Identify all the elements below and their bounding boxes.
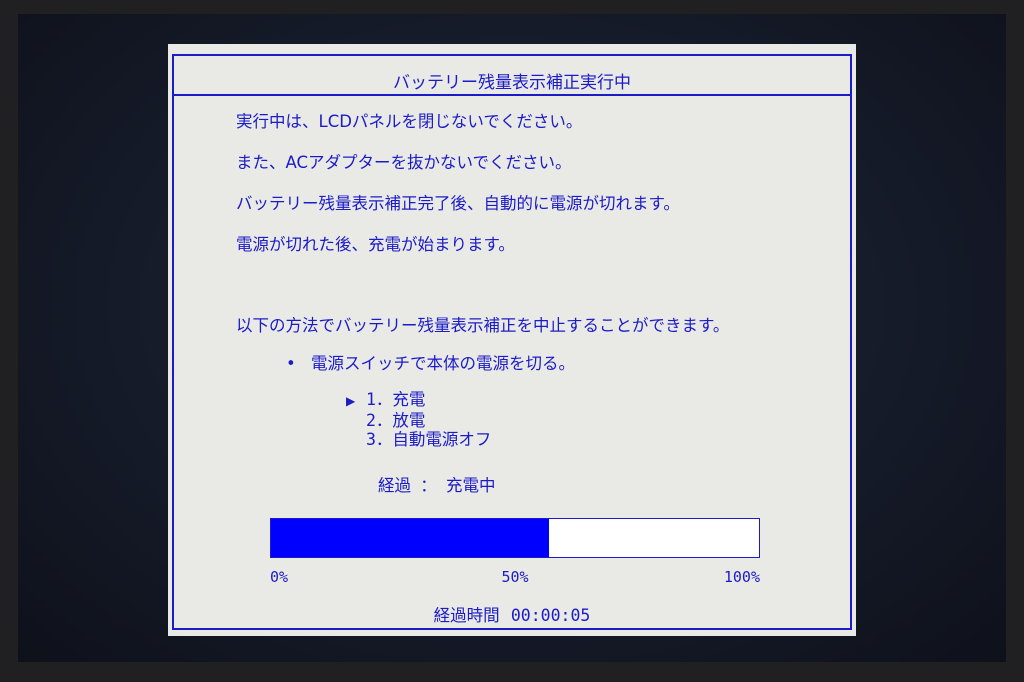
message-close-lcd: 実行中は、LCDパネルを閉じないでください。 [236,112,583,131]
progress-tick-0: 0% [270,568,289,586]
status-readout: 経過 ： 充電中 [378,472,496,496]
cancel-method: • 電源スイッチで本体の電源を切る。 [286,350,575,374]
step-label: 1．充電 [366,390,426,409]
progress-bar [270,518,760,558]
progress-tick-50: 50% [501,568,529,586]
cancel-intro: 以下の方法でバッテリー残量表示補正を中止することができます。 [236,316,730,335]
cancel-method-text: 電源スイッチで本体の電源を切る。 [310,354,575,373]
step-list: ▶ 1．充電 2．放電 3．自動電源オフ [346,390,491,449]
status-value: 充電中 [446,476,496,495]
title-divider [174,94,850,96]
message-auto-power-off: バッテリー残量表示補正完了後、自動的に電源が切れます。 [236,194,680,213]
dialog-title: バッテリー残量表示補正実行中 [393,73,631,93]
elapsed-label: 経過時間 [433,606,500,625]
calibration-dialog: バッテリー残量表示補正実行中 実行中は、LCDパネルを閉じないでください。 また… [168,44,856,636]
message-charging-start: 電源が切れた後、充電が始まります。 [236,235,515,254]
bullet-icon: • [286,354,296,373]
step-item-discharge: 2．放電 [346,411,491,430]
step-item-charge: ▶ 1．充電 [346,390,491,411]
progress-tick-100: 100% [723,568,760,586]
elapsed-time: 経過時間 00:00:05 [174,602,850,626]
step-label: 2．放電 [366,411,426,430]
status-separator: ： [420,476,437,495]
status-label: 経過 [378,476,411,495]
dialog-frame: バッテリー残量表示補正実行中 実行中は、LCDパネルを閉じないでください。 また… [172,54,852,630]
elapsed-value: 00:00:05 [510,606,591,625]
step-item-auto-off: 3．自動電源オフ [346,430,491,449]
step-label: 3．自動電源オフ [366,430,492,449]
progress-bar-fill [271,519,550,557]
message-ac-adapter: また、ACアダプターを抜かないでください。 [236,153,572,172]
current-step-icon: ▶ [346,394,356,408]
